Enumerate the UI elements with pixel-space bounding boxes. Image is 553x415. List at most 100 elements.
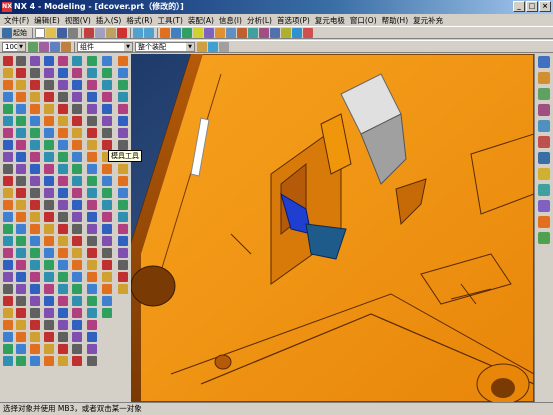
tool-icon[interactable]: [30, 296, 40, 306]
tool-icon[interactable]: [16, 152, 26, 162]
tool-icon[interactable]: [87, 56, 97, 66]
tool-icon[interactable]: [72, 80, 82, 90]
tool-icon[interactable]: [102, 260, 112, 270]
tool-icon[interactable]: [3, 296, 13, 306]
tool-icon[interactable]: [16, 92, 26, 102]
tool-icon[interactable]: [30, 68, 40, 78]
tool-icon[interactable]: [102, 200, 112, 210]
tool-icon[interactable]: [72, 92, 82, 102]
render-icon[interactable]: [259, 27, 269, 38]
tool-icon[interactable]: [58, 308, 68, 318]
tool-icon[interactable]: [44, 248, 54, 258]
tool-icon[interactable]: [87, 248, 97, 258]
tool-icon[interactable]: [87, 116, 97, 126]
tool-icon[interactable]: [118, 56, 128, 66]
tool-icon[interactable]: [118, 236, 128, 246]
tool-icon[interactable]: [44, 296, 54, 306]
tool-icon[interactable]: [87, 92, 97, 102]
tool-icon[interactable]: [58, 332, 68, 342]
tool-icon[interactable]: [44, 284, 54, 294]
tool-icon[interactable]: [44, 104, 54, 114]
tool-icon[interactable]: [58, 236, 68, 246]
tool-icon[interactable]: [3, 224, 13, 234]
tool-icon[interactable]: [87, 332, 97, 342]
tool-icon[interactable]: [72, 152, 82, 162]
tool-icon[interactable]: [118, 80, 128, 90]
tool-icon[interactable]: [44, 344, 54, 354]
tool-icon[interactable]: [118, 164, 128, 174]
tool-icon[interactable]: [72, 68, 82, 78]
tool-icon[interactable]: [16, 56, 26, 66]
tool-icon[interactable]: [3, 116, 13, 126]
menu-tools[interactable]: 工具(T): [157, 15, 182, 26]
maximize-button[interactable]: □: [526, 1, 538, 12]
tool-icon[interactable]: [16, 344, 26, 354]
tool-icon[interactable]: [102, 296, 112, 306]
tool-icon[interactable]: [44, 188, 54, 198]
tool-icon[interactable]: [58, 296, 68, 306]
tool-icon[interactable]: [72, 212, 82, 222]
minimize-button[interactable]: _: [513, 1, 525, 12]
tool-icon[interactable]: [44, 68, 54, 78]
graphics-window[interactable]: [131, 54, 534, 402]
start-icon[interactable]: [2, 27, 12, 38]
info-icon[interactable]: [292, 27, 302, 38]
tool-icon[interactable]: [58, 188, 68, 198]
tool-icon[interactable]: [102, 116, 112, 126]
tool-icon[interactable]: [16, 356, 26, 366]
pan-icon[interactable]: [193, 27, 203, 38]
select-feature-icon[interactable]: [39, 41, 49, 52]
tool-icon[interactable]: [30, 116, 40, 126]
tool-icon[interactable]: [30, 260, 40, 270]
tool-icon[interactable]: [44, 224, 54, 234]
tool-icon[interactable]: [30, 332, 40, 342]
zoom-icon[interactable]: [171, 27, 181, 38]
tool-icon[interactable]: [118, 176, 128, 186]
tool-icon[interactable]: [58, 176, 68, 186]
tool-icon[interactable]: [72, 140, 82, 150]
tool-icon[interactable]: [3, 320, 13, 330]
tool-icon[interactable]: [58, 80, 68, 90]
tool-icon[interactable]: [72, 344, 82, 354]
filter-reset-icon[interactable]: [219, 41, 229, 52]
tool-icon[interactable]: [58, 356, 68, 366]
tool-icon[interactable]: [58, 164, 68, 174]
tool-icon[interactable]: [16, 116, 26, 126]
tool-icon[interactable]: [16, 224, 26, 234]
tool-icon[interactable]: [87, 260, 97, 270]
tool-icon[interactable]: [87, 236, 97, 246]
tool-icon[interactable]: [87, 200, 97, 210]
reuse-library-icon[interactable]: [538, 136, 550, 148]
tool-icon[interactable]: [58, 200, 68, 210]
tool-icon[interactable]: [16, 200, 26, 210]
tool-icon[interactable]: [72, 176, 82, 186]
tool-icon[interactable]: [118, 260, 128, 270]
tool-icon[interactable]: [3, 56, 13, 66]
tool-icon[interactable]: [3, 188, 13, 198]
copy-icon[interactable]: [95, 27, 105, 38]
tool-icon[interactable]: [3, 164, 13, 174]
tool-icon[interactable]: [44, 56, 54, 66]
tool-icon[interactable]: [44, 356, 54, 366]
assembly-navigator-icon[interactable]: [538, 184, 550, 196]
tool-icon[interactable]: [118, 92, 128, 102]
tool-icon[interactable]: [87, 152, 97, 162]
tool-icon[interactable]: [44, 176, 54, 186]
tool-icon[interactable]: [102, 68, 112, 78]
menu-analysis[interactable]: 分析(L): [247, 15, 272, 26]
menu-supplement[interactable]: 复元补充: [413, 15, 443, 26]
tool-icon[interactable]: [44, 128, 54, 138]
tool-icon[interactable]: [102, 236, 112, 246]
menu-electrode[interactable]: 复元电极: [315, 15, 345, 26]
tool-icon[interactable]: [72, 128, 82, 138]
tool-icon[interactable]: [16, 80, 26, 90]
tool-icon[interactable]: [44, 308, 54, 318]
tool-icon[interactable]: [87, 80, 97, 90]
tool-icon[interactable]: [72, 188, 82, 198]
tool-icon[interactable]: [102, 248, 112, 258]
tool-icon[interactable]: [102, 308, 112, 318]
system-materials-icon[interactable]: [538, 168, 550, 180]
tool-icon[interactable]: [102, 212, 112, 222]
tool-icon[interactable]: [3, 236, 13, 246]
tool-icon[interactable]: [87, 284, 97, 294]
